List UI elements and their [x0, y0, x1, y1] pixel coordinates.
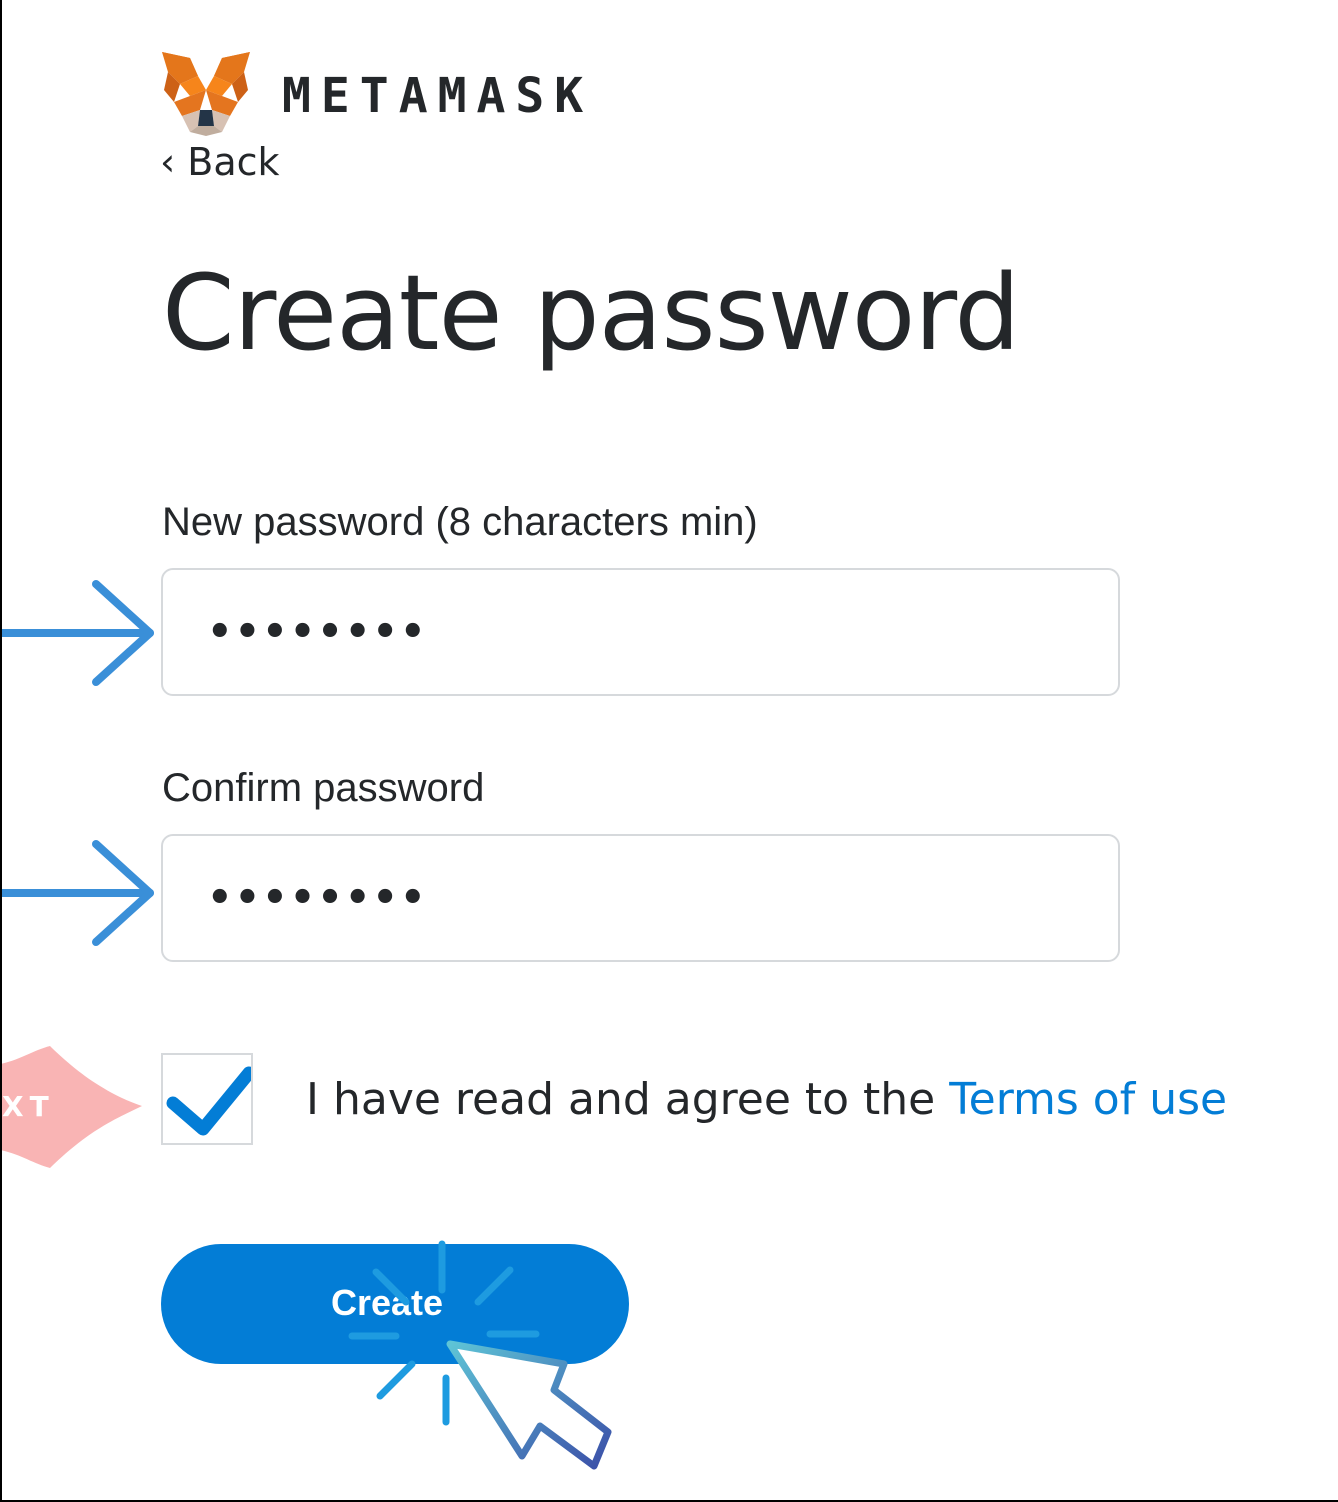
- right-arrow-icon: [2, 580, 154, 686]
- confirm-password-input[interactable]: [207, 836, 1067, 960]
- next-badge-text: XT: [2, 1090, 55, 1123]
- right-arrow-icon: [2, 840, 154, 946]
- create-button[interactable]: Create: [161, 1244, 629, 1364]
- confirm-password-label: Confirm password: [162, 766, 485, 810]
- new-password-input[interactable]: [207, 570, 1067, 694]
- checkmark-icon: [166, 1066, 251, 1136]
- back-link[interactable]: ‹ Back: [160, 140, 280, 184]
- create-password-page: METAMASK ‹ Back Create password New pass…: [2, 0, 1338, 1500]
- terms-of-use-link[interactable]: Terms of use: [949, 1074, 1227, 1125]
- terms-agreement-text: I have read and agree to the Terms of us…: [306, 1074, 1227, 1125]
- create-button-label: Create: [331, 1282, 444, 1323]
- terms-checkbox[interactable]: [161, 1053, 253, 1145]
- terms-agreement-label: I have read and agree to the: [306, 1074, 950, 1125]
- new-password-field[interactable]: [161, 568, 1120, 696]
- metamask-fox-icon: [162, 52, 250, 136]
- confirm-password-field[interactable]: [161, 834, 1120, 962]
- page-title: Create password: [162, 252, 1020, 374]
- brand-name: METAMASK: [282, 68, 594, 124]
- new-password-label: New password (8 characters min): [162, 500, 758, 544]
